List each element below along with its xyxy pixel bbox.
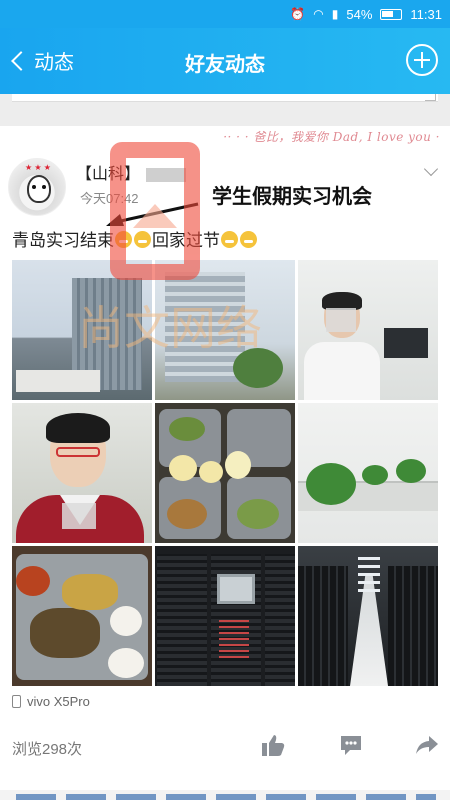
thumbs-up-icon[interactable] <box>260 732 286 758</box>
photo-grid <box>12 260 438 686</box>
overlay-caption: 学生假期实习机会 <box>212 186 372 208</box>
post-text: 青岛实习结束 回家过节 <box>12 226 258 251</box>
grin-emoji-icon <box>115 231 132 248</box>
view-count: 浏览298次 <box>12 741 83 758</box>
selfie-photo[interactable] <box>12 403 152 543</box>
campus-building-photo[interactable] <box>12 260 152 400</box>
battery-icon <box>380 8 403 20</box>
clock: 11:31 <box>410 6 442 22</box>
office-plants-photo[interactable] <box>298 403 438 543</box>
author-name-text: 【山科】 <box>76 166 141 183</box>
author-name[interactable]: 【山科】 <box>76 160 187 184</box>
avatar[interactable]: ★ ★ ★ <box>8 158 66 216</box>
decorative-banner: ·· · · 爸比，我爱你 Dad, I love you · <box>223 130 440 144</box>
phone-icon <box>12 695 21 708</box>
post-text-secondary: 回家过节 <box>152 231 220 250</box>
device-name: vivo X5Pro <box>27 694 90 709</box>
chevron-down-icon[interactable] <box>423 161 439 177</box>
page-title: 好友动态 <box>185 54 265 76</box>
share-icon[interactable] <box>414 732 440 758</box>
dog-avatar-image <box>27 175 51 203</box>
battery-percent: 54% <box>346 6 373 22</box>
student-at-desk-photo[interactable] <box>298 260 438 400</box>
server-rack-photo[interactable] <box>155 546 295 686</box>
office-building-photo[interactable] <box>155 260 295 400</box>
meal-trays-photo[interactable] <box>155 403 295 543</box>
device-info: vivo X5Pro <box>12 694 90 709</box>
signal-icon: ▮ <box>331 7 339 21</box>
previous-post-card <box>12 94 438 102</box>
grin-emoji-icon <box>134 231 151 248</box>
plus-circle-icon[interactable] <box>406 44 438 76</box>
alarm-icon: ⏰ <box>290 7 306 21</box>
grin-emoji-icon <box>221 231 238 248</box>
post-card: ·· · · 爸比，我爱你 Dad, I love you · ★ ★ ★ 【山… <box>0 126 450 800</box>
data-center-aisle-photo[interactable] <box>298 546 438 686</box>
comment-icon[interactable] <box>338 732 364 758</box>
status-bar: ⏰ ◠ ▮ 54% 11:31 <box>0 0 450 28</box>
meal-plate-photo[interactable] <box>12 546 152 686</box>
grin-emoji-icon <box>240 231 257 248</box>
wifi-icon: ◠ <box>313 7 324 21</box>
blurred-name <box>146 167 187 182</box>
next-post-preview <box>0 790 450 800</box>
avatar-ribbon: ★ ★ ★ <box>25 163 51 172</box>
nav-bar: 动态 好友动态 <box>0 28 450 94</box>
post-text-main: 青岛实习结束 <box>12 231 114 250</box>
